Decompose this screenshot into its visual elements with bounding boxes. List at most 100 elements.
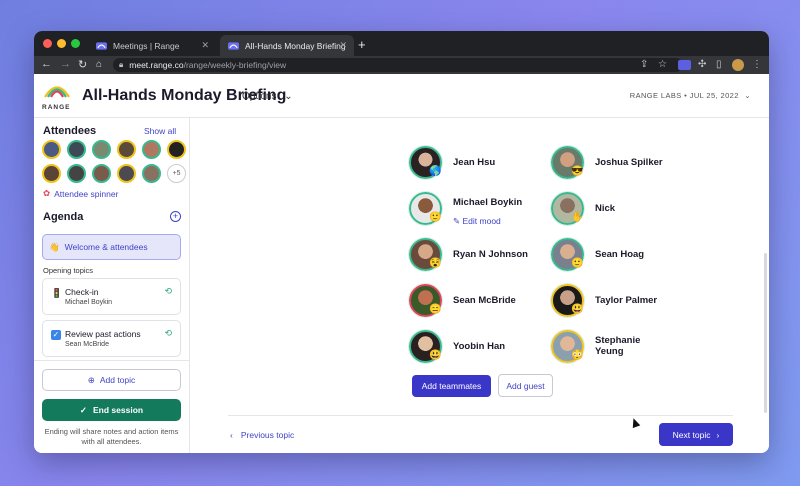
lock-icon: 🔒︎ xyxy=(119,60,124,69)
attendee-name: Yoobin Han xyxy=(453,341,506,352)
mood-emoji-icon: 🌎 xyxy=(429,166,442,177)
mood-emoji-icon: 😃 xyxy=(429,350,442,361)
sidebar: Attendees Show all +5 ✿ Attendee spinner… xyxy=(34,118,190,453)
options-label: Options xyxy=(242,91,277,102)
home-icon[interactable]: ⌂ xyxy=(96,59,102,70)
range-favicon-icon xyxy=(96,41,107,50)
topic-owner: Michael Boykin xyxy=(65,299,113,306)
next-topic-label: Next topic xyxy=(672,429,711,440)
attendee-name: Ryan N Johnson xyxy=(453,249,528,260)
next-topic-button[interactable]: Next topic › xyxy=(659,423,733,446)
mood-emoji-icon: 😑 xyxy=(429,304,442,315)
back-icon[interactable]: ← xyxy=(41,58,52,70)
agenda-topic-review-actions[interactable]: ✓ Review past actions Sean McBride ⟲ xyxy=(42,320,181,357)
add-topic-button[interactable]: ⊕ Add topic xyxy=(42,369,181,391)
mood-emoji-icon: 🙂 xyxy=(429,212,442,223)
plus-circle-icon: ⊕ xyxy=(87,374,95,385)
range-logo-icon xyxy=(44,86,70,98)
attendee-name-line2: Yeung xyxy=(595,346,624,357)
mood-emoji-icon: 😵 xyxy=(429,258,442,269)
add-guest-button[interactable]: Add guest xyxy=(498,374,553,397)
app-header: RANGE All-Hands Monday Briefing Options … xyxy=(34,74,769,118)
browser-toolbar: ← → ↻ ⌂ 🔒︎ meet.range.co/range/weekly-br… xyxy=(34,56,769,74)
attendee-name: Nick xyxy=(595,203,616,214)
range-logo[interactable]: RANGE xyxy=(42,80,72,111)
previous-topic-button[interactable]: ‹ Previous topic xyxy=(230,430,294,440)
agenda-item-welcome[interactable]: 👋 Welcome & attendees xyxy=(42,234,181,260)
attendee-name: Sean McBride xyxy=(453,295,516,306)
range-extension-icon[interactable] xyxy=(678,60,691,70)
avatar[interactable] xyxy=(142,140,161,159)
add-teammates-button[interactable]: Add teammates xyxy=(412,375,491,397)
close-tab-icon[interactable]: ✕ xyxy=(201,40,209,51)
attendee-name-line1: Stephanie xyxy=(595,335,641,346)
avatar[interactable] xyxy=(167,140,186,159)
tab-meetings[interactable]: Meetings | Range ✕ xyxy=(88,35,216,56)
check-icon: ✓ xyxy=(79,404,88,415)
add-agenda-item-icon[interactable]: + xyxy=(170,211,181,222)
new-tab-icon[interactable]: + xyxy=(358,37,366,52)
reload-icon[interactable]: ↻ xyxy=(78,58,87,71)
avatar[interactable] xyxy=(42,140,61,159)
url-path: /range/weekly-briefing/view xyxy=(183,60,287,70)
share-icon[interactable]: ⇪ xyxy=(640,59,648,70)
edit-mood-label: Edit mood xyxy=(462,216,501,226)
end-session-label: End session xyxy=(93,405,144,415)
chevron-down-icon: ⌄ xyxy=(744,91,751,100)
opening-topics-label: Opening topics xyxy=(43,266,94,275)
avatar[interactable] xyxy=(92,140,111,159)
avatar[interactable] xyxy=(142,164,161,183)
more-attendees-badge[interactable]: +5 xyxy=(167,164,186,183)
checkbox-icon: ✓ xyxy=(51,330,61,340)
scrollbar[interactable] xyxy=(764,253,767,413)
avatar[interactable] xyxy=(117,140,136,159)
avatar[interactable] xyxy=(117,164,136,183)
topic-title: Review past actions xyxy=(65,329,141,339)
tab-strip: Meetings | Range ✕ All-Hands Monday Brie… xyxy=(34,31,769,56)
url-host: meet.range.co xyxy=(129,60,184,70)
end-session-button[interactable]: ✓ End session xyxy=(42,399,181,421)
extensions-icon[interactable]: ✣ xyxy=(698,59,706,70)
address-bar[interactable]: 🔒︎ meet.range.co/range/weekly-briefing/v… xyxy=(113,58,683,72)
chevron-left-icon: ‹ xyxy=(230,430,233,440)
agenda-heading: Agenda xyxy=(43,211,84,223)
attendees-heading: Attendees xyxy=(43,125,97,137)
profile-avatar[interactable] xyxy=(732,59,744,71)
recurring-icon: ⟲ xyxy=(164,286,172,296)
mouse-cursor-icon xyxy=(629,416,641,429)
avatar[interactable] xyxy=(67,140,86,159)
topic-title: Check-in xyxy=(65,287,99,297)
attendee-avatars-row-2: +5 xyxy=(42,164,186,183)
maximize-window-button[interactable] xyxy=(71,39,80,48)
range-favicon-icon xyxy=(228,41,239,50)
end-session-note: Ending will share notes and action items… xyxy=(44,427,179,446)
window-controls xyxy=(43,39,80,48)
browser-menu-icon[interactable]: ⋮ xyxy=(752,59,762,70)
options-menu[interactable]: Options ⌄ xyxy=(242,91,293,102)
sidebar-toggle-icon[interactable]: ▯ xyxy=(716,59,722,70)
attendee-name: Stephanie Yeung xyxy=(595,335,640,357)
topic-owner: Sean McBride xyxy=(65,341,109,348)
chevron-down-icon: ⌄ xyxy=(284,91,293,102)
divider xyxy=(228,415,733,416)
tab-all-hands[interactable]: All-Hands Monday Briefing | Ran ✕ xyxy=(220,35,354,56)
close-window-button[interactable] xyxy=(43,39,52,48)
agenda-topic-check-in[interactable]: 🚦 Check-in Michael Boykin ⟲ xyxy=(42,278,181,315)
edit-mood-link[interactable]: ✎ Edit mood xyxy=(453,216,501,227)
bookmark-star-icon[interactable]: ☆ xyxy=(658,59,667,70)
forward-icon[interactable]: → xyxy=(60,58,71,70)
org-date-label: RANGE LABS • JUL 25, 2022 xyxy=(629,91,739,100)
logo-text: RANGE xyxy=(42,104,71,111)
spinner-icon: ✿ xyxy=(43,188,51,198)
avatar[interactable] xyxy=(67,164,86,183)
avatar[interactable] xyxy=(92,164,111,183)
tab-title: Meetings | Range xyxy=(113,40,180,51)
attendee-spinner-link[interactable]: ✿ Attendee spinner xyxy=(43,188,118,199)
org-date-menu[interactable]: RANGE LABS • JUL 25, 2022 ⌄ xyxy=(630,91,751,100)
avatar[interactable] xyxy=(42,164,61,183)
attendee-name: Taylor Palmer xyxy=(595,295,658,306)
close-tab-icon[interactable]: ✕ xyxy=(339,40,347,51)
show-all-link[interactable]: Show all xyxy=(144,126,176,136)
minimize-window-button[interactable] xyxy=(57,39,66,48)
tab-title: All-Hands Monday Briefing | Ran xyxy=(245,40,345,51)
